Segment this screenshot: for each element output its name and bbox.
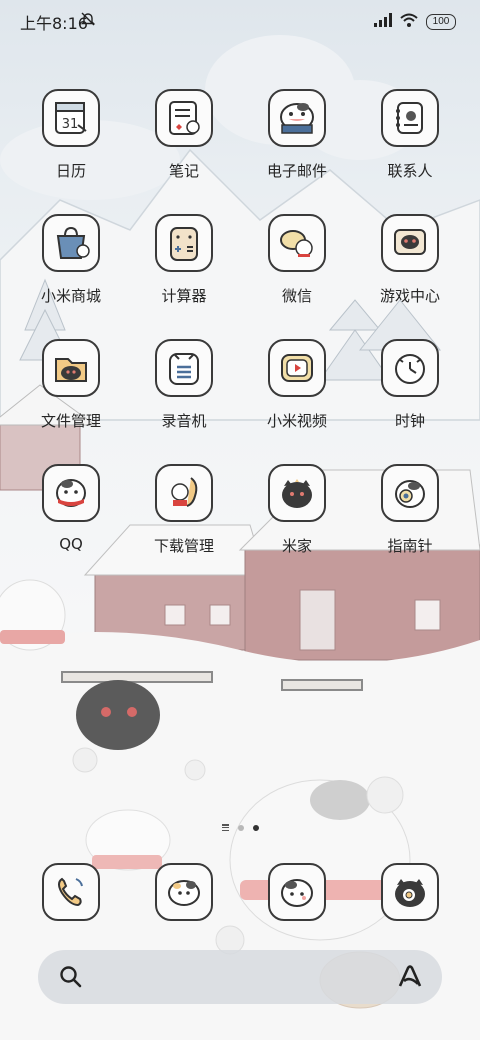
app-label: 计算器: [161, 287, 207, 305]
app-mi-home[interactable]: 米家: [237, 461, 357, 571]
phone-icon: [42, 863, 100, 921]
status-time: 上午8:16: [20, 14, 88, 33]
app-recorder[interactable]: 录音机: [124, 336, 244, 446]
page-indicator[interactable]: [0, 824, 480, 831]
app-label: 文件管理: [40, 412, 101, 430]
notes-icon: [155, 89, 213, 147]
app-contacts[interactable]: 联系人: [350, 86, 470, 196]
clock-icon: [381, 339, 439, 397]
qq-icon: [42, 464, 100, 522]
app-calculator[interactable]: 计算器: [124, 211, 244, 321]
page-dot[interactable]: [237, 824, 244, 831]
calendar-icon: 31: [42, 89, 100, 147]
assistant-icon[interactable]: [396, 964, 424, 994]
app-calendar[interactable]: 31 日历: [11, 86, 131, 196]
wechat-icon: [268, 214, 326, 272]
page-dot-active[interactable]: [252, 824, 259, 831]
app-file-manager[interactable]: 文件管理: [11, 336, 131, 446]
downloads-icon: [155, 464, 213, 522]
messages-icon: [155, 863, 213, 921]
app-notes[interactable]: 笔记: [124, 86, 244, 196]
wifi-icon: [400, 12, 418, 31]
app-game-center[interactable]: 游戏中心: [350, 211, 470, 321]
search-icon[interactable]: [58, 964, 84, 994]
browser-icon: [268, 863, 326, 921]
app-email[interactable]: 电子邮件: [237, 86, 357, 196]
app-label: 米家: [281, 537, 312, 555]
app-label: 日历: [55, 162, 86, 180]
calendar-day: 31: [62, 117, 79, 132]
camera-icon: [381, 863, 439, 921]
recorder-icon: [155, 339, 213, 397]
compass-icon: [381, 464, 439, 522]
app-label: 小米商城: [40, 287, 101, 305]
app-label: 微信: [281, 287, 312, 305]
mi-store-icon: [42, 214, 100, 272]
dock-messages[interactable]: [124, 860, 244, 928]
signal-icon: [374, 12, 392, 31]
app-label: 联系人: [387, 162, 433, 180]
contacts-icon: [381, 89, 439, 147]
app-wechat[interactable]: 微信: [237, 211, 357, 321]
app-clock[interactable]: 时钟: [350, 336, 470, 446]
app-mi-video[interactable]: 小米视频: [237, 336, 357, 446]
app-qq[interactable]: QQ: [11, 461, 131, 571]
app-label: 笔记: [168, 162, 199, 180]
battery-icon: 100: [426, 13, 456, 30]
app-label: 下载管理: [153, 537, 214, 555]
app-label: QQ: [59, 535, 83, 553]
app-drawer-icon[interactable]: [221, 824, 229, 831]
dock-phone[interactable]: [11, 860, 131, 928]
search-bar[interactable]: [38, 950, 442, 1004]
app-label: 指南针: [387, 537, 433, 555]
app-label: 录音机: [161, 412, 207, 430]
app-label: 游戏中心: [379, 287, 440, 305]
mi-video-icon: [268, 339, 326, 397]
calculator-icon: [155, 214, 213, 272]
app-downloads[interactable]: 下载管理: [124, 461, 244, 571]
app-label: 小米视频: [266, 412, 327, 430]
game-center-icon: [381, 214, 439, 272]
app-mi-store[interactable]: 小米商城: [11, 211, 131, 321]
app-label: 时钟: [394, 412, 425, 430]
dock-browser[interactable]: [237, 860, 357, 928]
dock-camera[interactable]: [350, 860, 470, 928]
status-bar: 上午8:16 100: [0, 0, 480, 40]
email-icon: [268, 89, 326, 147]
do-not-disturb-icon: [80, 11, 96, 31]
app-compass[interactable]: 指南针: [350, 461, 470, 571]
mi-home-icon: [268, 464, 326, 522]
file-manager-icon: [42, 339, 100, 397]
app-label: 电子邮件: [266, 162, 327, 180]
